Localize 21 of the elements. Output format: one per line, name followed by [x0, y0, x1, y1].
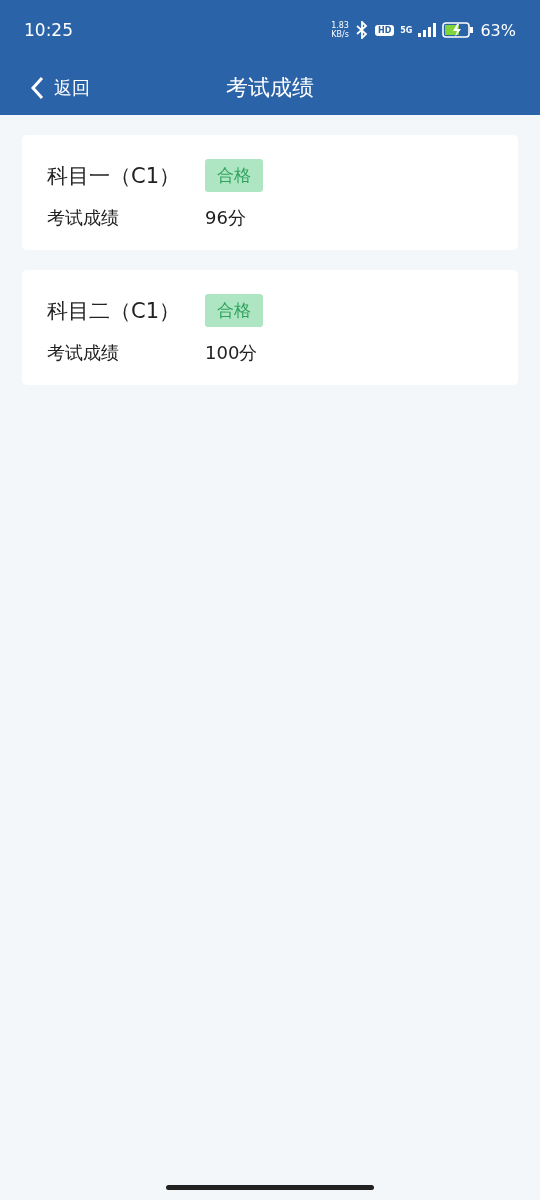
network-type: 5G [400, 25, 413, 35]
score-value: 96分 [205, 206, 246, 230]
score-label: 考试成绩 [47, 207, 119, 228]
status-time: 10:25 [24, 20, 74, 40]
back-button[interactable]: 返回 [0, 67, 90, 108]
battery-icon [442, 22, 475, 38]
page-title: 考试成绩 [226, 73, 314, 102]
result-badge: 合格 [205, 294, 263, 327]
result-badge: 合格 [205, 159, 263, 192]
home-indicator[interactable] [166, 1185, 374, 1190]
score-label: 考试成绩 [47, 342, 119, 363]
network-speed-unit: KB/s [331, 30, 349, 39]
subject-title: 科目二（C1） [47, 298, 181, 323]
network-speed: 1.83 [331, 21, 349, 30]
hd-badge: HD [374, 24, 395, 36]
score-value: 100分 [205, 341, 258, 365]
subject-title: 科目一（C1） [47, 163, 181, 188]
battery-percent: 63% [480, 20, 516, 40]
bluetooth-icon [354, 21, 369, 39]
back-icon [30, 75, 44, 100]
signal-icon [418, 23, 437, 37]
